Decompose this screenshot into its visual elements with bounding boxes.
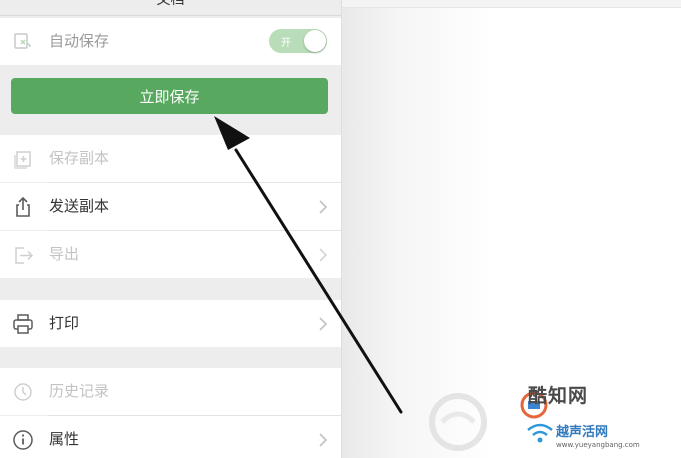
menu-item-label: 历史记录 xyxy=(49,382,110,400)
chevron-right-icon xyxy=(319,433,328,447)
menu-item-save-copy[interactable]: 保存副本 xyxy=(0,135,341,182)
share-icon xyxy=(16,196,30,217)
autosave-toggle[interactable]: 开 xyxy=(269,29,327,53)
menu-item-send-copy[interactable]: 发送副本 xyxy=(0,183,341,230)
watermark-brand: 酷知网 xyxy=(528,385,589,407)
save-now-button[interactable]: 立即保存 xyxy=(11,78,328,114)
menu-item-print[interactable]: 打印 xyxy=(0,300,341,347)
menu-item-label: 导出 xyxy=(49,245,80,263)
chevron-right-icon xyxy=(319,200,328,214)
history-icon xyxy=(14,383,32,401)
printer-icon xyxy=(13,314,33,334)
watermark-url: www.yueyangbang.com xyxy=(556,441,640,449)
menu-item-label: 属性 xyxy=(49,430,80,448)
toggle-on-text: 开 xyxy=(281,38,291,49)
export-icon xyxy=(15,247,34,264)
autosave-label: 自动保存 xyxy=(49,32,110,50)
menu-item-label: 保存副本 xyxy=(49,149,110,167)
toggle-knob xyxy=(304,30,326,52)
divider xyxy=(0,15,341,16)
watermark-logo-icon xyxy=(429,393,487,451)
watermark: 酷知网 越声活网 www.yueyangbang.com xyxy=(424,378,681,458)
menu-item-history[interactable]: 历史记录 xyxy=(0,368,341,415)
chevron-right-icon xyxy=(319,248,328,262)
canvas-top-edge xyxy=(342,0,681,8)
watermark-brand-secondary: 越声活网 xyxy=(556,425,609,440)
menu-item-label: 发送副本 xyxy=(49,197,110,215)
wifi-icon xyxy=(527,423,553,443)
menu-item-label: 打印 xyxy=(49,314,80,332)
menu-item-properties[interactable]: 属性 xyxy=(0,416,341,458)
chevron-right-icon xyxy=(319,317,328,331)
add-copy-icon xyxy=(14,151,31,169)
autosave-icon xyxy=(14,33,31,49)
document-menu-panel: 文档 自动保存 开 立即保存 保存副本 发送副本 导出 打印 历史记录 属性 xyxy=(0,0,342,458)
info-icon xyxy=(13,430,33,450)
panel-title: 文档 xyxy=(156,0,185,8)
menu-item-export[interactable]: 导出 xyxy=(0,231,341,278)
